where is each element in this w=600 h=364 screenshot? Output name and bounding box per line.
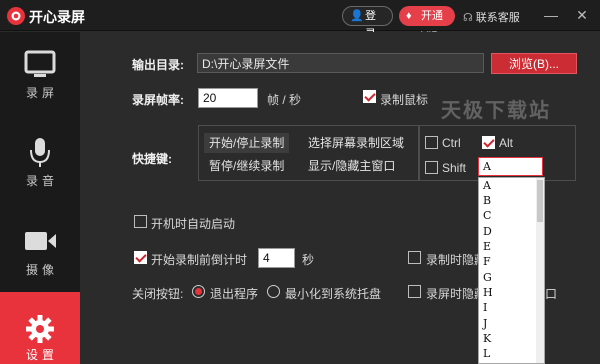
ctrl-label: Ctrl [442,136,461,150]
hotkey-key-select[interactable]: A [478,157,543,176]
dropdown-option[interactable]: G [483,270,492,285]
service-label: 联系客服 [475,12,520,24]
dropdown-option[interactable]: B [483,193,491,208]
diamond-icon: ♦ [406,10,412,22]
sidebar-item-label: 录音 [25,174,58,188]
hotkey-label: 快捷键: [132,152,172,166]
hide-on-record-label: 录制时隐藏 [426,253,478,267]
dropdown-option[interactable]: E [483,239,491,254]
hotkey-action-start-stop[interactable]: 开始/停止录制 [204,133,290,153]
vip-button[interactable]: ♦ 开通VIP [399,6,455,42]
dropdown-scroll-thumb[interactable] [537,180,543,222]
dropdown-option[interactable]: F [483,254,491,269]
hotkey-key-dropdown: A B C D E F G H I J K L [478,177,545,364]
output-dir-input[interactable] [197,53,484,73]
record-cursor-label: 录制鼠标 [380,93,429,107]
dropdown-option[interactable]: L [483,346,490,361]
title-bar: 开心录屏 👤 登录 ♦ 开通VIP ☊联系客服 — ✕ [0,0,600,42]
user-icon: 👤 [350,10,364,22]
close-button[interactable]: ✕ [572,5,592,25]
monitor-icon [24,50,56,77]
sidebar-item-camera[interactable]: 摄像 [0,207,80,293]
minimize-button[interactable]: — [541,5,561,25]
microphone-icon [30,138,50,167]
dropdown-option[interactable]: I [483,300,487,315]
fps-label: 录屏帧率: [132,93,184,107]
dropdown-option[interactable]: C [483,208,491,223]
autostart-checkbox[interactable] [134,215,147,228]
settings-panel: 天极下载站 输出目录: 浏览(B)... 录屏帧率: 帧 / 秒 录制鼠标 快捷… [80,32,600,364]
close-minimize-label: 最小化到系统托盘 [285,287,382,301]
countdown-checkbox[interactable] [134,251,147,264]
shift-label: Shift [442,161,467,175]
close-exit-radio[interactable] [192,285,205,298]
gear-icon [26,315,54,343]
dropdown-option[interactable]: A [483,178,491,193]
hotkey-action-pause-resume[interactable]: 暂停/继续录制 [204,156,289,176]
browse-button[interactable]: 浏览(B)... [491,53,577,74]
fps-unit: 帧 / 秒 [267,93,302,107]
partial-label-suffix: 口 [545,287,558,301]
alt-checkbox[interactable] [482,136,495,149]
ctrl-checkbox[interactable] [425,136,438,149]
sidebar: 录屏 录音 摄像 设置 [0,32,80,364]
app-logo-icon [7,7,25,25]
fps-input[interactable] [198,88,258,108]
close-exit-label: 退出程序 [210,287,259,301]
dropdown-option[interactable]: J [483,316,487,331]
shift-checkbox[interactable] [425,161,438,174]
close-icon: ✕ [576,7,588,23]
hide-on-record-checkbox[interactable] [408,251,421,264]
camera-icon [25,232,56,250]
countdown-label: 开始录制前倒计时 [151,253,248,267]
sidebar-item-label: 设置 [25,348,58,362]
hotkey-action-select-area[interactable]: 选择屏幕录制区域 [303,133,409,153]
minimize-icon: — [544,7,558,23]
app-title: 开心录屏 [29,9,85,25]
headset-icon: ☊ [463,12,473,24]
dropdown-option[interactable]: D [483,224,492,239]
sidebar-item-label: 录屏 [25,86,58,100]
hide-on-capture-label: 录屏时隐藏 [426,287,478,301]
countdown-unit: 秒 [302,253,315,267]
hide-on-capture-checkbox[interactable] [408,285,421,298]
alt-label: Alt [499,136,514,150]
watermark: 天极下载站 [441,98,551,122]
hotkey-action-toggle-window[interactable]: 显示/隐藏主窗口 [303,156,400,176]
output-dir-label: 输出目录: [132,58,184,72]
dropdown-scrollbar[interactable] [536,178,544,363]
sidebar-item-settings[interactable]: 设置 [0,292,80,364]
dropdown-option[interactable]: H [483,285,493,300]
sidebar-item-label: 摄像 [25,263,58,277]
close-minimize-radio[interactable] [267,285,280,298]
autostart-label: 开机时自动启动 [151,217,236,231]
sidebar-item-record-audio[interactable]: 录音 [0,120,80,206]
record-cursor-checkbox[interactable] [363,90,376,103]
dropdown-option[interactable]: K [483,331,491,346]
login-button[interactable]: 👤 登录 [342,6,393,40]
countdown-input[interactable] [258,248,295,268]
sidebar-item-record-screen[interactable]: 录屏 [0,32,80,118]
close-button-label: 关闭按钮: [132,287,184,301]
contact-service-button[interactable]: ☊ 联系客服 [463,9,520,25]
